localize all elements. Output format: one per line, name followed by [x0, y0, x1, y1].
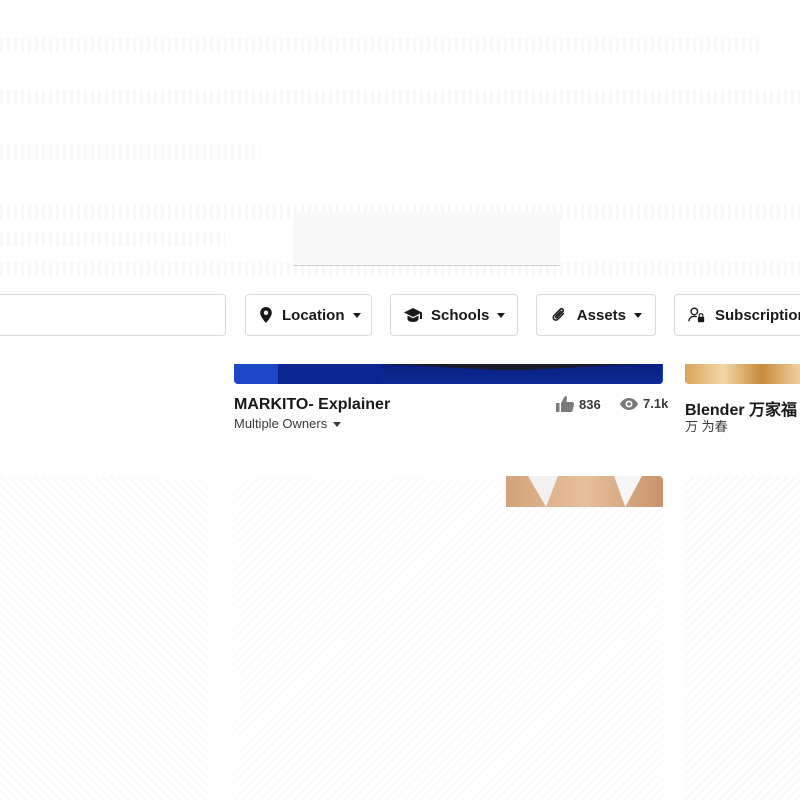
chevron-down-icon — [333, 422, 342, 428]
card-thumbnail[interactable] — [685, 364, 800, 384]
project-card[interactable] — [234, 476, 663, 800]
card-owner[interactable]: Multiple Owners — [234, 416, 342, 431]
filter-subscription[interactable]: Subscription — [674, 294, 800, 336]
project-card[interactable] — [0, 476, 210, 800]
graduation-cap-icon — [404, 306, 422, 324]
placeholder-row — [0, 232, 225, 246]
chevron-down-icon — [497, 312, 506, 318]
likes-stat[interactable]: 836 — [556, 396, 601, 412]
filter-location[interactable]: Location — [245, 294, 372, 336]
filter-location-label: Location — [282, 306, 345, 324]
search-box[interactable] — [293, 212, 560, 267]
card-thumbnail — [506, 476, 663, 507]
card-title[interactable]: MARKITO- Explainer — [234, 396, 390, 414]
paperclip-icon — [550, 306, 568, 324]
project-card[interactable] — [685, 476, 800, 800]
card-owner[interactable]: 万 为春 — [685, 416, 728, 435]
chevron-down-icon — [634, 312, 642, 318]
card-owner-label: Multiple Owners — [234, 416, 328, 431]
user-lock-icon — [688, 306, 706, 324]
placeholder-row — [0, 90, 800, 104]
views-stat: 7.1k — [620, 396, 668, 411]
filter-assets[interactable]: Assets — [536, 294, 656, 336]
filter-bar: Location Schools Assets Subscription — [0, 282, 800, 364]
placeholder-row — [0, 38, 760, 52]
filter-chip-hidden[interactable] — [0, 294, 226, 336]
search-input[interactable] — [307, 212, 550, 267]
filter-subscription-label: Subscription — [715, 306, 800, 324]
thumbs-up-icon — [556, 396, 574, 412]
location-pin-icon — [259, 306, 273, 324]
likes-count: 836 — [579, 396, 601, 412]
chevron-down-icon — [352, 312, 361, 318]
filter-assets-label: Assets — [576, 306, 626, 324]
card-thumbnail[interactable] — [234, 364, 663, 384]
filter-schools[interactable]: Schools — [390, 294, 518, 336]
views-count: 7.1k — [643, 396, 669, 411]
filter-schools-label: Schools — [431, 306, 490, 324]
eye-icon — [620, 397, 638, 410]
placeholder-row — [0, 145, 260, 159]
